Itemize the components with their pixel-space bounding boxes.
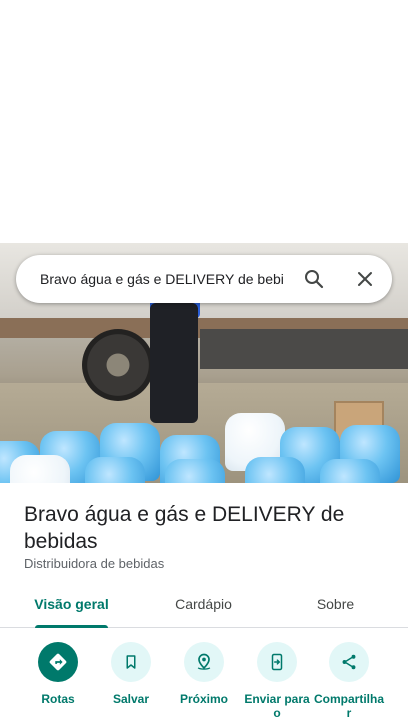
water-bottle	[320, 459, 380, 483]
directions-label: Rotas	[41, 692, 75, 706]
search-icon[interactable]	[302, 267, 326, 291]
save-label: Salvar	[112, 692, 150, 706]
action-buttons: Rotas Salvar Próximo Enviar para o .	[0, 636, 408, 726]
send-to-phone-button[interactable]: Enviar para o .	[237, 642, 317, 726]
share-button[interactable]: Compartilha r	[309, 642, 389, 720]
share-label: Compartilha r	[313, 692, 384, 720]
tab-menu[interactable]: Cardápio	[152, 588, 255, 628]
water-bottle	[245, 457, 305, 483]
search-bar[interactable]: Bravo água e gás e DELIVERY de bebi	[16, 255, 392, 303]
person	[150, 303, 198, 423]
blank-map-area	[0, 0, 408, 243]
tab-bar: Visão geral Cardápio Sobre	[0, 588, 408, 628]
water-bottles	[0, 413, 408, 483]
truck-wheel	[82, 329, 154, 401]
send-to-phone-label: Enviar para o .	[244, 692, 310, 726]
directions-icon	[38, 642, 78, 682]
place-category[interactable]: Distribuidora de bebidas	[24, 556, 164, 571]
nearby-icon	[184, 642, 224, 682]
nearby-button[interactable]: Próximo	[164, 642, 244, 706]
share-icon	[329, 642, 369, 682]
search-input[interactable]: Bravo água e gás e DELIVERY de bebi	[40, 255, 286, 303]
tab-about[interactable]: Sobre	[284, 588, 387, 628]
place-title: Bravo água e gás e DELIVERY de bebidas	[24, 503, 345, 553]
nearby-label: Próximo	[179, 692, 228, 706]
save-button[interactable]: Salvar	[91, 642, 171, 706]
bookmark-icon	[111, 642, 151, 682]
water-bottle	[165, 459, 225, 483]
tab-overview[interactable]: Visão geral	[20, 588, 123, 628]
water-bottle	[85, 457, 145, 483]
truck-underside	[200, 329, 408, 369]
send-to-phone-icon	[257, 642, 297, 682]
water-bottle	[10, 455, 70, 483]
directions-button[interactable]: Rotas	[18, 642, 98, 706]
close-icon[interactable]	[353, 267, 377, 291]
tab-active-indicator	[35, 625, 108, 628]
